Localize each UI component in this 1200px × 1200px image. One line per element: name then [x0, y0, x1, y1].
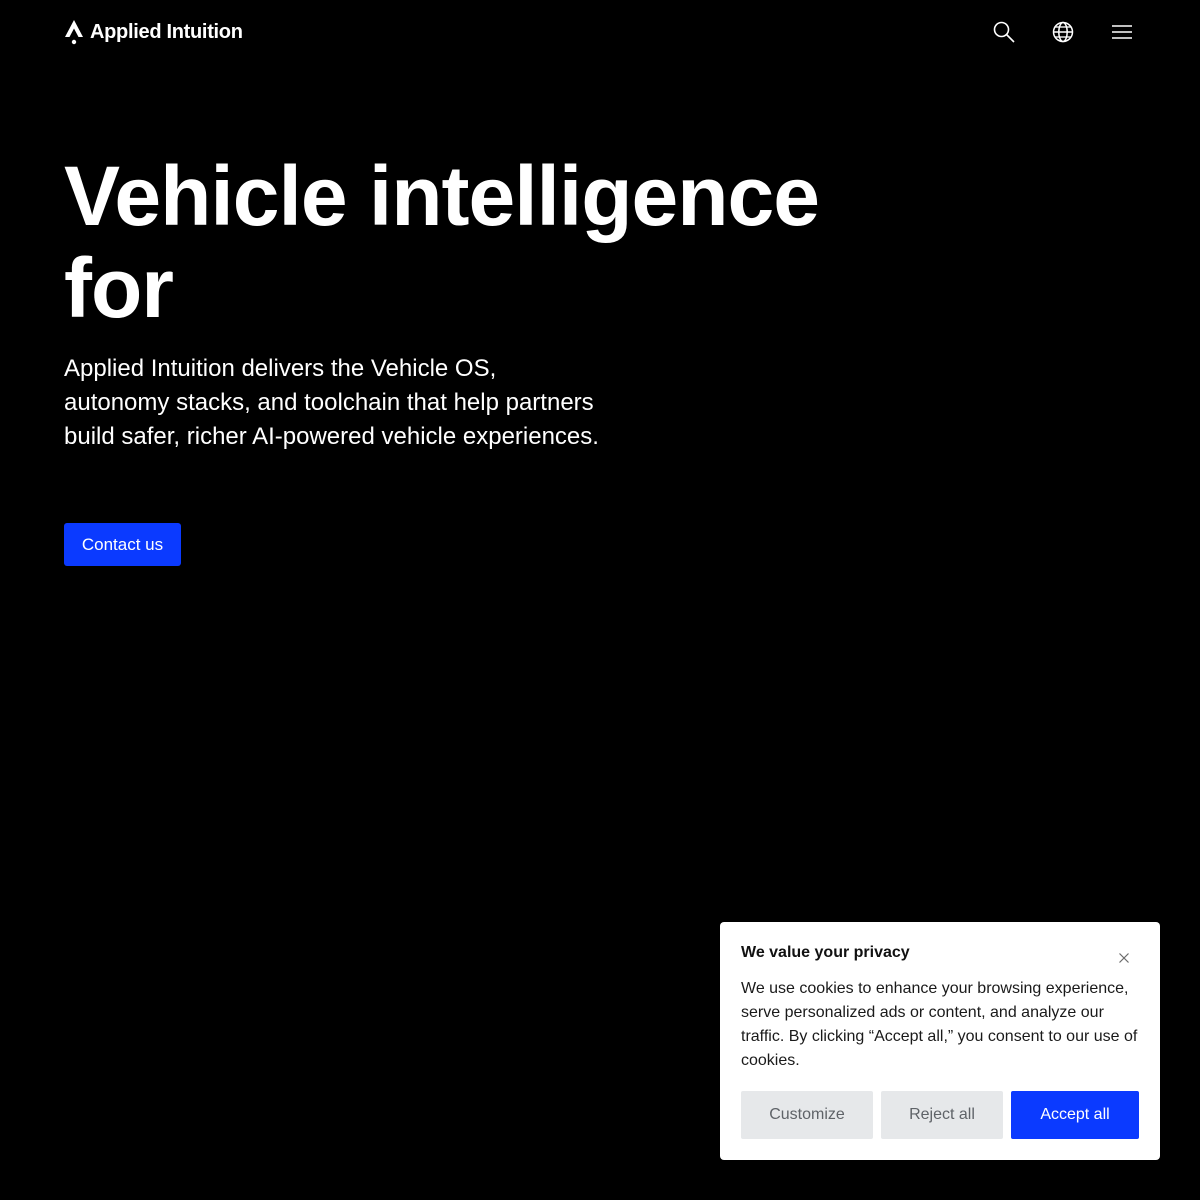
- hero-description: Applied Intuition delivers the Vehicle O…: [64, 355, 599, 450]
- menu-icon: [1112, 25, 1132, 39]
- search-button[interactable]: [992, 20, 1016, 44]
- logo-link[interactable]: Applied Intuition: [64, 18, 243, 46]
- cookie-banner-text: We use cookies to enhance your browsing …: [741, 980, 1138, 1069]
- site-header: Applied Intuition: [0, 0, 1200, 64]
- search-icon: [993, 21, 1015, 43]
- globe-icon: [1052, 21, 1074, 43]
- customize-button[interactable]: Customize: [741, 1091, 873, 1139]
- cookie-banner-actions: Customize Reject all Accept all: [741, 1091, 1139, 1139]
- page: Applied Intuition Vehicle intelligence f…: [0, 0, 1200, 1200]
- language-button[interactable]: [1051, 20, 1075, 44]
- brand-name: Applied Intuition: [90, 20, 243, 43]
- header-actions: [992, 20, 1134, 44]
- close-icon: [1119, 953, 1129, 963]
- menu-button[interactable]: [1110, 20, 1134, 44]
- reject-all-button[interactable]: Reject all: [881, 1091, 1003, 1139]
- hero-title: Vehicle intelligence for: [64, 149, 820, 335]
- contact-us-button[interactable]: Contact us: [64, 523, 181, 566]
- logo-mark-icon: [65, 20, 83, 45]
- cookie-close-button[interactable]: [1116, 950, 1132, 966]
- cookie-banner-title: We value your privacy: [741, 944, 910, 961]
- cookie-banner: We value your privacy We use cookies to …: [720, 922, 1160, 1160]
- accept-all-button[interactable]: Accept all: [1011, 1091, 1139, 1139]
